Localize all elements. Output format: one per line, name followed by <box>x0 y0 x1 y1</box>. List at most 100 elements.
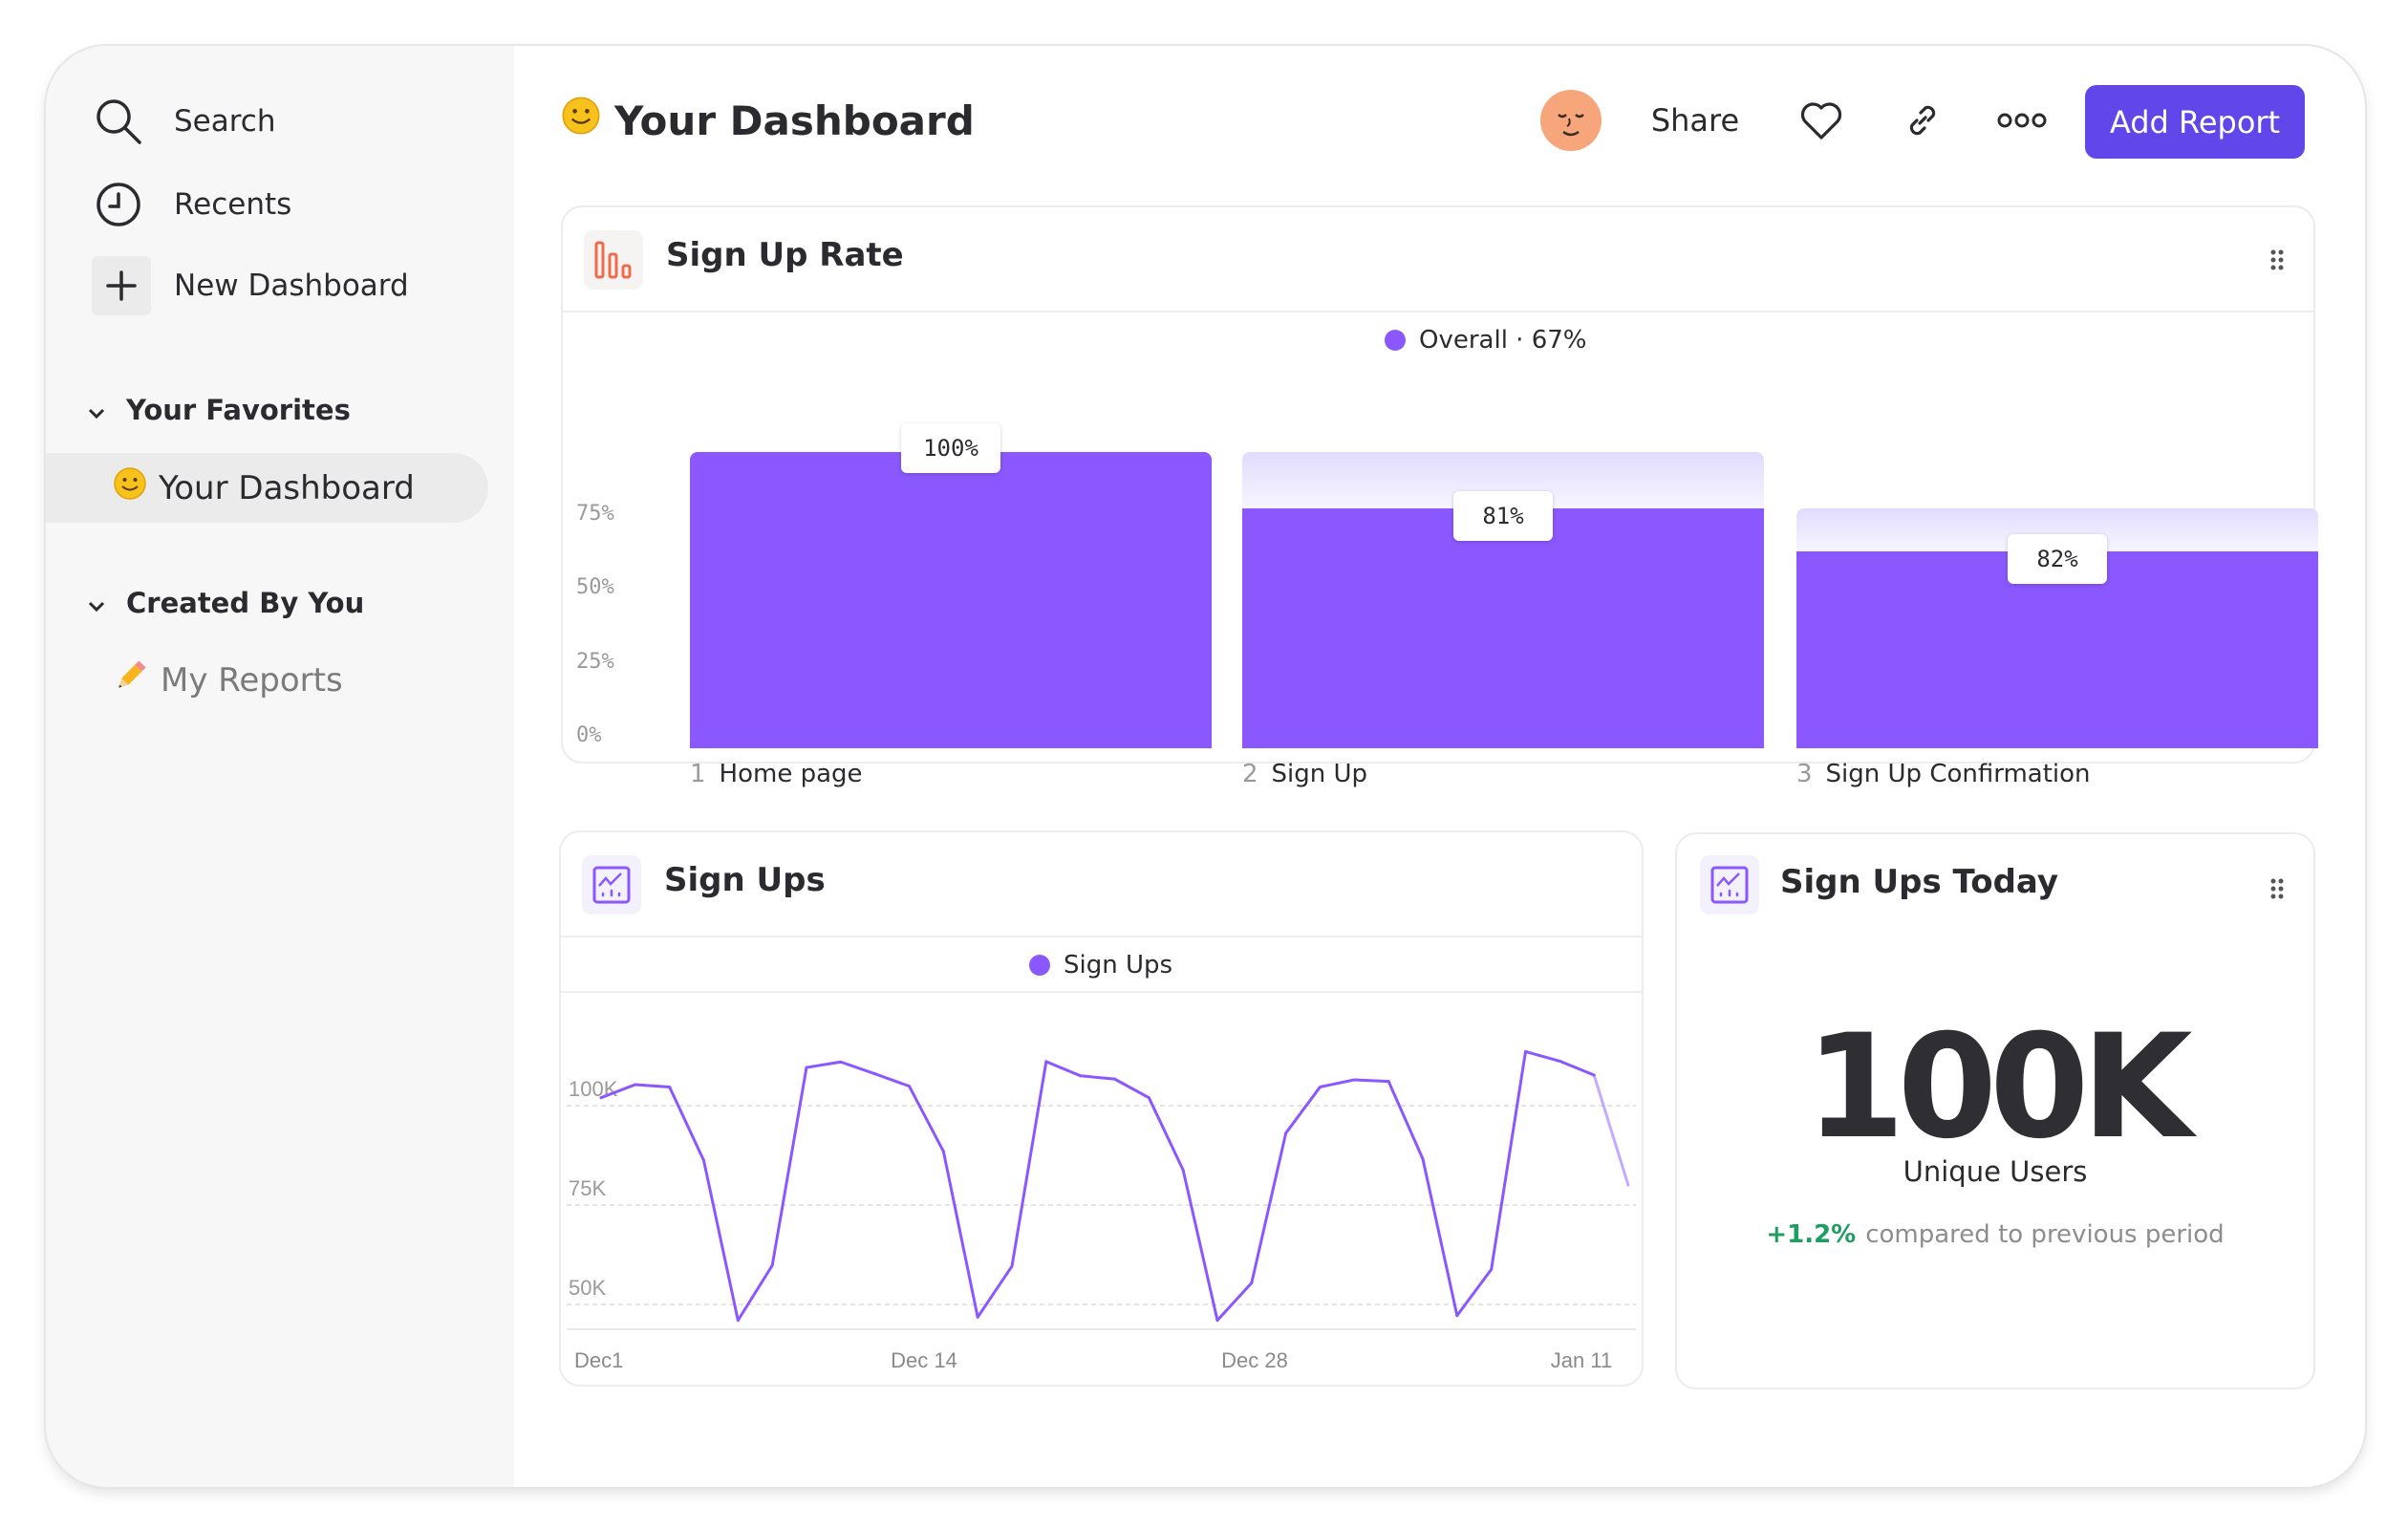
link-icon[interactable] <box>1896 92 1949 149</box>
line-chart: 50K 75K 100K <box>567 1049 1636 1330</box>
step-label: 3 Sign Up Confirmation <box>1796 760 2091 788</box>
card-header: Sign Up Rate <box>563 207 2313 312</box>
pencil-icon <box>113 657 149 702</box>
section-your-favorites[interactable]: Your Favorites <box>88 394 351 426</box>
line-segment <box>702 1158 740 1323</box>
sidebar-item-new-dashboard[interactable]: New Dashboard <box>46 252 428 319</box>
sign-up-rate-card: Sign Up Rate Overall · 67% 0% 25% 50% 75% 10… <box>561 205 2318 788</box>
kpi-comparison: +1.2% compared to previous period <box>1677 1220 2313 1249</box>
line-segment <box>1079 1074 1116 1081</box>
app-window: Search Recents New Dashboard Your Favori… <box>46 46 2365 1487</box>
sidebar-item-my-reports[interactable]: My Reports <box>113 657 343 702</box>
line-segment <box>1455 1267 1494 1318</box>
kpi-change-text: compared to previous period <box>1865 1220 2225 1249</box>
sidebar-item-label: My Reports <box>161 660 343 700</box>
line-segment <box>805 1060 843 1069</box>
section-label: Your Favorites <box>126 394 351 426</box>
line-segment <box>1490 1049 1527 1271</box>
line-segment <box>839 1060 877 1076</box>
y-tick-label: 25% <box>576 649 614 674</box>
line-segment <box>1010 1060 1048 1268</box>
plus-icon <box>92 256 151 315</box>
funnel-chart-icon <box>584 230 643 290</box>
card-title: Sign Ups Today <box>1780 863 2058 901</box>
kpi-change: +1.2% <box>1766 1220 1857 1249</box>
smiley-icon <box>113 466 147 509</box>
section-label: Created By You <box>126 587 365 619</box>
legend-dot <box>1385 330 1406 351</box>
step-label: 2 Sign Up <box>1242 760 1368 788</box>
legend-label: Overall <box>1419 326 1508 355</box>
drag-handle-icon[interactable] <box>2266 874 2289 903</box>
y-tick-label: 100K <box>569 1077 618 1101</box>
chevron-down-icon <box>88 587 105 619</box>
line-chart-icon <box>1700 855 1759 915</box>
line-segment <box>1387 1080 1425 1161</box>
smiley-icon <box>561 96 601 145</box>
line-segment <box>1181 1168 1219 1323</box>
line-segment <box>1044 1060 1083 1078</box>
conversion-label: 82% <box>2008 534 2107 585</box>
drag-handle-icon[interactable] <box>2266 246 2289 274</box>
line-segment <box>1284 1085 1322 1135</box>
page-title-text: Your Dashboard <box>614 97 975 144</box>
line-segment <box>1524 1049 1561 1063</box>
line-segment <box>1250 1131 1288 1285</box>
funnel-bar[interactable] <box>690 452 1212 748</box>
line-segment <box>1558 1059 1596 1077</box>
section-created-by-you[interactable]: Created By You <box>88 587 364 619</box>
y-tick-label: 75K <box>569 1176 606 1200</box>
line-segment <box>634 1083 672 1088</box>
sidebar-item-search[interactable]: Search <box>46 88 428 155</box>
line-segment <box>1352 1078 1390 1084</box>
avatar[interactable] <box>1540 90 1602 151</box>
x-tick-label: Dec 14 <box>891 1348 957 1372</box>
y-tick-label: 75% <box>576 501 614 526</box>
kpi-label: Unique Users <box>1903 1155 2088 1188</box>
line-segment <box>1147 1096 1185 1172</box>
x-tick-label: Jan 11 <box>1550 1348 1613 1372</box>
y-tick-label: 50K <box>569 1276 606 1300</box>
conversion-label: 81% <box>1453 490 1553 541</box>
line-segment <box>736 1263 774 1323</box>
line-segment <box>1215 1281 1254 1323</box>
sidebar: Search Recents New Dashboard Your Favori… <box>46 46 514 1487</box>
sidebar-item-label: Search <box>174 104 276 139</box>
sidebar-item-label: Recents <box>174 187 292 222</box>
line-segment <box>908 1085 945 1153</box>
chevron-down-icon <box>88 394 105 426</box>
heart-icon[interactable] <box>1795 92 1848 149</box>
line-segment <box>668 1085 705 1162</box>
more-options-icon[interactable] <box>1993 92 2051 149</box>
y-tick-label: 50% <box>576 575 614 599</box>
sign-ups-card: Sign Ups Sign Ups 50K 75K 100K Dec1 Dec 14… <box>559 830 1644 1387</box>
line-segment <box>1421 1157 1459 1318</box>
sidebar-item-label: New Dashboard <box>174 269 409 303</box>
line-segment <box>976 1264 1014 1319</box>
line-segment <box>1319 1078 1356 1088</box>
funnel-bar[interactable] <box>1242 507 1764 748</box>
sidebar-item-label: Your Dashboard <box>159 468 415 507</box>
sign-ups-today-card: Sign Ups Today 100K Unique Users +1.2% co… <box>1675 832 2315 1389</box>
sidebar-item-recents[interactable]: Recents <box>46 171 428 238</box>
line-segment <box>941 1150 979 1319</box>
line-segment <box>1113 1077 1150 1100</box>
x-tick-label: Dec 28 <box>1221 1348 1288 1372</box>
clock-icon <box>92 178 145 231</box>
line-segment <box>873 1072 911 1088</box>
search-icon <box>92 95 145 148</box>
kpi-value: 100K <box>1805 1004 2192 1171</box>
add-report-button[interactable]: Add Report <box>2085 85 2305 159</box>
card-title: Sign Up Rate <box>666 236 904 274</box>
sidebar-item-your-dashboard-content[interactable]: Your Dashboard <box>113 466 415 509</box>
chart-legend: Overall · 67% <box>1385 326 1587 355</box>
step-label: 1 Home page <box>690 760 863 788</box>
y-tick-label: 0% <box>576 723 602 747</box>
conversion-label: 100% <box>901 423 1000 473</box>
share-button[interactable]: Share <box>1638 92 1752 149</box>
x-tick-label: Dec1 <box>574 1348 624 1372</box>
line-segment <box>770 1066 808 1267</box>
page-title: Your Dashboard <box>561 94 975 147</box>
line-segment <box>1592 1073 1630 1187</box>
legend-value: 67% <box>1531 326 1587 355</box>
